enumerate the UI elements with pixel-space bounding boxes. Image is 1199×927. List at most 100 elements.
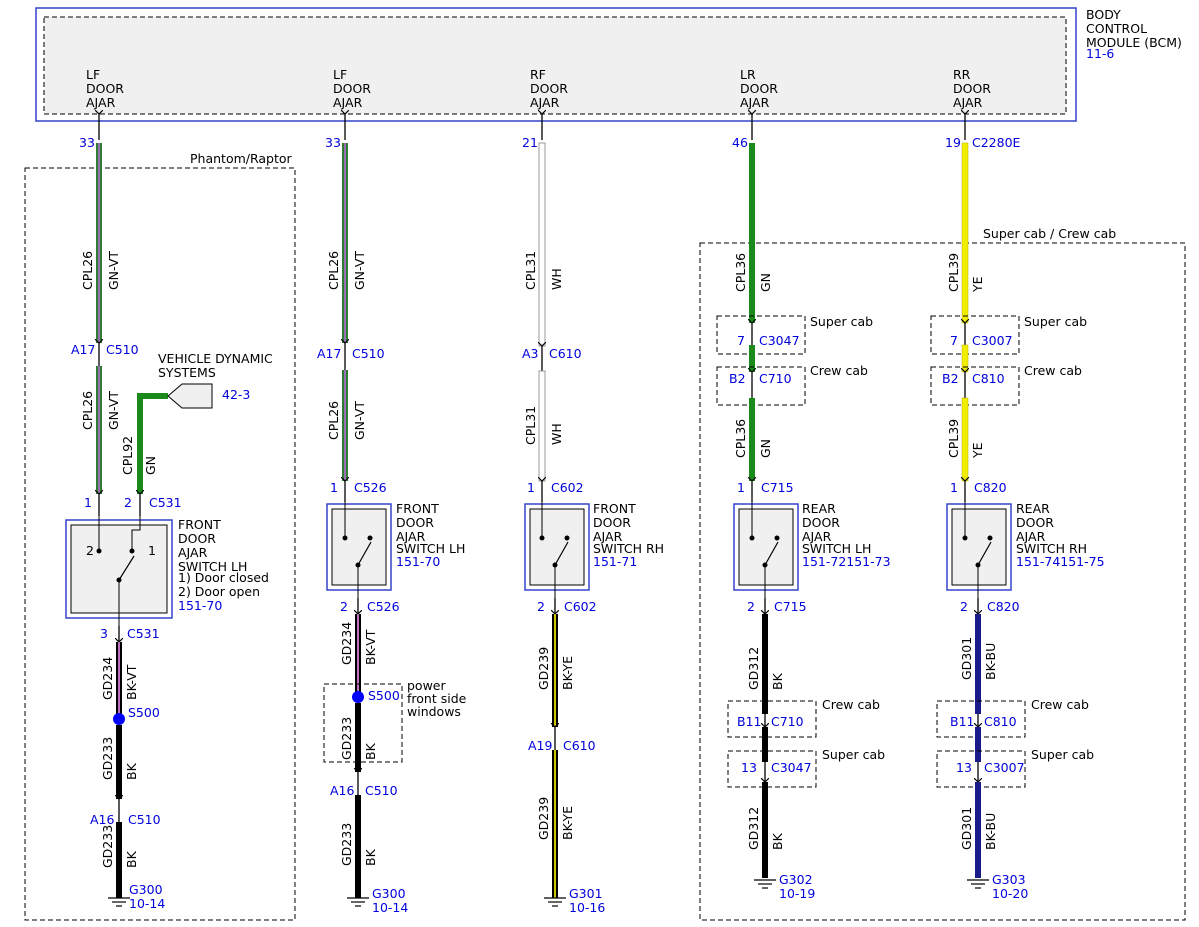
splice-s500-a <box>113 713 125 725</box>
switch-rr-body <box>951 508 1007 586</box>
conn-c610: C610 <box>549 346 582 361</box>
wire-gd312-b <box>762 727 768 762</box>
switch-lr-ref: 151-72151-73 <box>802 554 891 569</box>
wire-cpl39-a <box>961 142 969 324</box>
wire-label-cpl26-a: CPL26 <box>80 251 95 290</box>
bcm-pin1-label-3: AJAR <box>86 95 116 110</box>
wire-label-gd233-d: GD233 <box>339 823 354 866</box>
wire-cpl26-a-stripe <box>98 143 100 343</box>
wire-gd301-c <box>975 782 981 878</box>
conn-c3047: C3047 <box>759 333 800 348</box>
switch-lr-contact-b <box>774 535 780 541</box>
switch-lf1-name-6: 2) Door open <box>178 584 260 599</box>
bcm-title-2: CONTROL <box>1086 21 1147 36</box>
conn-c3007-out: C3007 <box>984 760 1025 775</box>
pin-1-c526: 1 <box>330 480 338 495</box>
bcm-pin4-label-1: LR <box>740 67 756 82</box>
switch-lr-body <box>738 508 794 586</box>
wire-cpl36-c <box>749 398 755 481</box>
wire-color-gn-cpl92: GN <box>143 456 158 475</box>
ground-g4-ref: 10-19 <box>779 886 815 901</box>
wire-cpl36-a <box>749 143 755 323</box>
wire-label-gd301-c: GD301 <box>959 807 974 850</box>
pin-1-c531: 1 <box>84 495 92 510</box>
bcm-pin3-label-2: DOOR <box>530 81 568 96</box>
pin-1-c715: 1 <box>737 480 745 495</box>
wire-cpl36-b <box>749 345 755 372</box>
pin-3-c531: 3 <box>100 626 108 641</box>
switch-lf1-contact-2 <box>96 548 102 554</box>
variant-lr-super-label: Super cab <box>810 314 873 329</box>
variant-lr-crew-label-2: Crew cab <box>822 697 880 712</box>
conn-c810: C810 <box>972 371 1005 386</box>
wire-label-cpl26-b: CPL26 <box>80 391 95 430</box>
wire-cpl92 <box>137 393 168 494</box>
wire-label-cpl39-c: CPL39 <box>946 419 961 458</box>
conn-c526: C526 <box>354 480 387 495</box>
variant-rr-crew-label: Crew cab <box>1024 363 1082 378</box>
circuit-lf-phantom: CPL26 GN-VT A17 C510 CPL26 GN-VT VEHICLE… <box>65 143 273 911</box>
pin-2-c602: 2 <box>537 599 545 614</box>
wiring-diagram: BODY CONTROL MODULE (BCM) 11-6 LF DOOR A… <box>24 7 1186 921</box>
switch-rf-contact <box>539 535 545 541</box>
wire-label-gd312-a: GD312 <box>746 647 761 690</box>
bcm-pin5-label-2: DOOR <box>953 81 991 96</box>
conn-c710-out: C710 <box>771 714 804 729</box>
wire-color-ye-a: YE <box>970 276 985 293</box>
wire-gd234-b-stripe <box>357 614 359 692</box>
pin-a3: A3 <box>522 346 539 361</box>
pin-a17-b: A17 <box>317 346 341 361</box>
ground-g3-name: G301 <box>569 886 603 901</box>
wire-gd233-a <box>116 725 122 799</box>
pin-b2-c710: B2 <box>729 371 746 386</box>
wire-label-gd239-a: GD239 <box>536 647 551 690</box>
wire-gd233-b <box>116 822 122 898</box>
wire-gd312-a <box>762 614 768 714</box>
conn-c510-a: C510 <box>128 812 161 827</box>
pin-a19: A19 <box>528 738 553 753</box>
conn-c510: C510 <box>106 342 139 357</box>
wire-color-bk-c: BK <box>363 742 378 760</box>
conn-c715-out: C715 <box>774 599 807 614</box>
bcm-pin3-number: 21 <box>522 135 538 150</box>
wire-label-gd233-b: GD233 <box>100 825 115 868</box>
circuit-lf-standard: CPL26 GN-VT A17 C510 CPL26 GN-VT 1 C526 … <box>317 143 467 915</box>
bcm-pin2-label-2: DOOR <box>333 81 371 96</box>
wire-label-cpl31-b: CPL31 <box>523 406 538 445</box>
bcm-pin2-number: 33 <box>325 135 341 150</box>
variant-rr-super-label: Super cab <box>1024 314 1087 329</box>
switch-lf1-name-1: FRONT <box>178 517 221 532</box>
bcm-pin1-number: 33 <box>79 135 95 150</box>
switch-lf2-body <box>331 508 387 586</box>
splice-s500-a-label: S500 <box>128 705 160 720</box>
wire-gd233-d <box>355 795 361 898</box>
wire-label-gd234-a: GD234 <box>100 657 115 700</box>
switch-lf1-name-3: AJAR <box>178 545 208 560</box>
switch-lr-name-1: REAR <box>802 501 836 516</box>
switch-rr-ref: 151-74151-75 <box>1016 554 1105 569</box>
variant-lr-crew-label: Crew cab <box>810 363 868 378</box>
bcm-pin4-label-2: DOOR <box>740 81 778 96</box>
switch-lf1-pin2-label: 2 <box>86 543 94 558</box>
wire-label-cpl36-c: CPL36 <box>733 419 748 458</box>
conn-c531: C531 <box>149 495 182 510</box>
bcm-pin4-label-3: AJAR <box>740 95 770 110</box>
switch-lf1-name-2: DOOR <box>178 531 216 546</box>
pin-2-c715: 2 <box>747 599 755 614</box>
wire-cpl26-b-stripe <box>98 366 100 494</box>
pin-13-c3047: 13 <box>741 760 757 775</box>
region-supercrew-label: Super cab / Crew cab <box>983 226 1116 241</box>
wire-gd301-b <box>975 727 981 762</box>
switch-lr-name-2: DOOR <box>802 515 840 530</box>
bcm-pin5-number: 19 <box>945 135 961 150</box>
pin-2-c526: 2 <box>340 599 348 614</box>
conn-c820: C820 <box>974 480 1007 495</box>
ground-g1-ref: 10-14 <box>129 896 165 911</box>
wire-gd234-a-stripe <box>118 642 120 720</box>
conn-c610-out: C610 <box>563 738 596 753</box>
wire-label-cpl26-d: CPL26 <box>326 401 341 440</box>
splice-s500-b <box>352 691 364 703</box>
wire-color-bkbu-c: BK-BU <box>983 813 998 850</box>
pin-2-c531: 2 <box>124 495 132 510</box>
wire-label-gd233-c: GD233 <box>339 717 354 760</box>
